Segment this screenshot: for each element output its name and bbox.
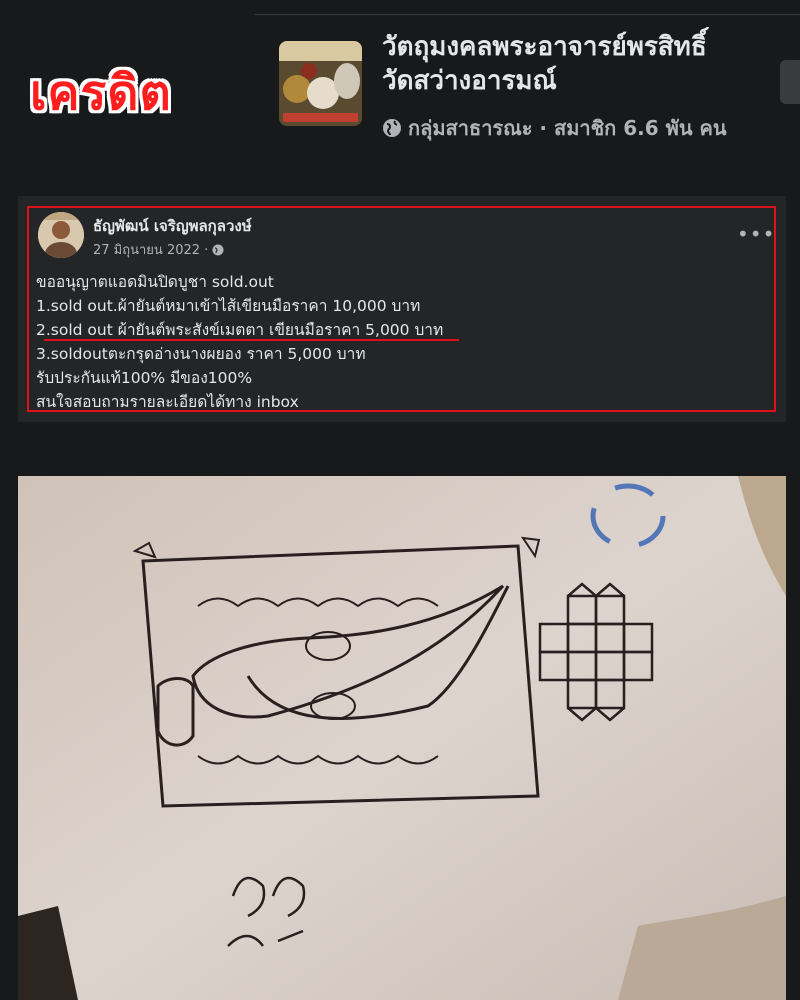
credit-stamp: เครดิต bbox=[30, 65, 172, 121]
side-button[interactable] bbox=[780, 60, 800, 104]
yantra-cloth-photo[interactable] bbox=[18, 476, 786, 1000]
globe-icon bbox=[383, 119, 401, 137]
avatar[interactable] bbox=[38, 212, 84, 258]
post-author[interactable]: ธัญพัฒน์ เจริญพลกุลวงษ์ bbox=[93, 214, 252, 238]
group-title[interactable]: วัตถุมงคลพระอาจารย์พรสิทธิ์ วัดสว่างอารม… bbox=[382, 30, 787, 98]
post-date-row: 27 มิถุนายน 2022 · bbox=[93, 239, 224, 260]
post-date[interactable]: 27 มิถุนายน 2022 · bbox=[93, 239, 208, 260]
group-title-line-2[interactable]: วัดสว่างอารมณ์ bbox=[382, 64, 787, 98]
group-meta-text: กลุ่มสาธารณะ · สมาชิก 6.6 พัน คน bbox=[408, 116, 727, 140]
post-line: รับประกันแท้100% มีของ100% bbox=[36, 369, 253, 387]
top-divider bbox=[255, 14, 800, 15]
post-line: 1.sold out.ผ้ายันต์หมาเข้าไส้เขียนมือราค… bbox=[36, 297, 421, 315]
post-line: ขออนุญาตแอดมินปิดบูชา sold.out bbox=[36, 273, 274, 291]
group-meta: กลุ่มสาธารณะ · สมาชิก 6.6 พัน คน bbox=[382, 112, 727, 144]
group-cover-image[interactable] bbox=[279, 41, 362, 126]
group-title-line-1[interactable]: วัตถุมงคลพระอาจารย์พรสิทธิ์ bbox=[382, 30, 787, 64]
post-line: สนใจสอบถามรายละเอียดได้ทาง inbox bbox=[36, 393, 299, 411]
post-body: ขออนุญาตแอดมินปิดบูชา sold.out 1.sold ou… bbox=[36, 270, 756, 414]
post-line: 3.soldoutตะกรุดอ่างนางผยอง ราคา 5,000 บา… bbox=[36, 345, 366, 363]
globe-icon bbox=[212, 244, 224, 255]
red-underline bbox=[44, 339, 459, 341]
more-options-button[interactable]: ••• bbox=[737, 224, 775, 244]
